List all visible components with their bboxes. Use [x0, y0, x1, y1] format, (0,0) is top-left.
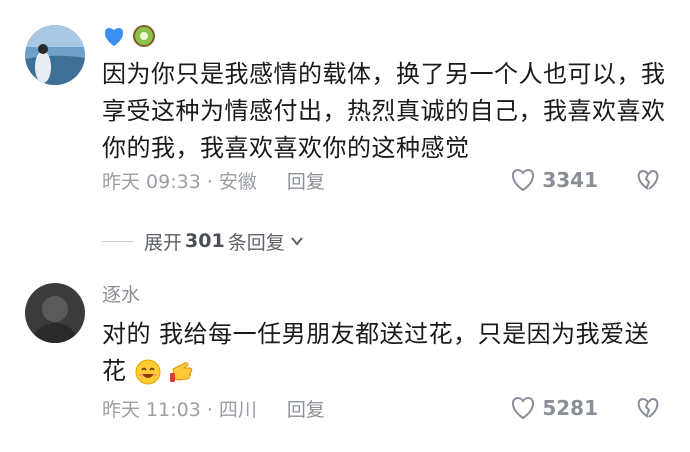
comment-time-location: 昨天 09:33 · 安徽 — [102, 170, 257, 193]
expand-suffix: 条回复 — [227, 231, 285, 254]
dislike-button[interactable] — [636, 396, 660, 420]
broken-heart-icon — [637, 397, 659, 418]
reply-count: 301 — [185, 230, 225, 252]
like-button[interactable]: 5281 — [510, 396, 598, 420]
comment-text: 对的 我给每一任男朋友都送过花，只是因为我爱送花 — [102, 316, 672, 390]
heart-outline-icon — [512, 396, 535, 420]
comment-meta: 昨天 09:33 · 安徽 回复 3341 — [102, 165, 660, 195]
comment-meta: 昨天 11:03 · 四川 回复 5281 — [102, 393, 660, 423]
grinning-face-icon — [135, 359, 161, 385]
blue-heart-icon — [102, 25, 126, 47]
expand-replies-button[interactable]: 展开 301 条回复 — [102, 226, 305, 256]
pointing-hand-icon — [169, 359, 195, 385]
avatar[interactable] — [25, 283, 85, 343]
comment-time-location: 昨天 11:03 · 四川 — [102, 398, 257, 421]
user-badges — [102, 24, 156, 48]
like-button[interactable]: 3341 — [510, 168, 598, 192]
comment-text: 因为你只是我感情的载体，换了另一个人也可以，我享受这种为情感付出，热烈真诚的自己… — [102, 60, 666, 162]
chevron-down-icon — [290, 237, 303, 246]
heart-outline-icon — [512, 168, 535, 192]
divider — [102, 240, 134, 242]
avatar[interactable] — [25, 25, 85, 85]
dislike-button[interactable] — [636, 168, 660, 192]
broken-heart-icon — [637, 169, 659, 190]
like-count: 3341 — [542, 168, 598, 192]
username[interactable]: 逐水 — [102, 282, 140, 308]
reply-button[interactable]: 回复 — [287, 395, 325, 422]
reply-button[interactable]: 回复 — [287, 167, 325, 194]
reaction-group: 5281 — [510, 396, 660, 420]
kiwi-icon — [132, 24, 156, 48]
reaction-group: 3341 — [510, 168, 660, 192]
like-count: 5281 — [542, 396, 598, 420]
expand-prefix: 展开 — [144, 231, 183, 254]
